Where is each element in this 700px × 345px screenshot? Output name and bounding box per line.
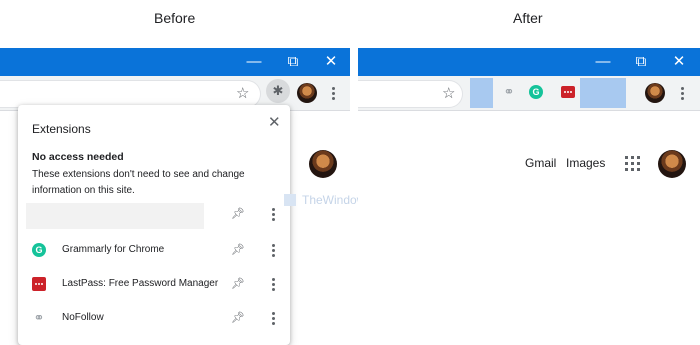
- after-browser-window: — ⧉ ✕ ☆ ⚭ G Gmail Images: [358, 48, 700, 342]
- pin-icon[interactable]: 📌︎: [231, 243, 245, 256]
- page-avatar[interactable]: [658, 150, 686, 178]
- apps-grid-icon[interactable]: [625, 156, 640, 171]
- after-label: After: [513, 10, 543, 26]
- highlight-block: [580, 78, 626, 108]
- popup-title: Extensions: [32, 122, 91, 136]
- profile-avatar[interactable]: [297, 83, 317, 103]
- minimize-button[interactable]: —: [586, 48, 620, 76]
- menu-kebab-icon[interactable]: [331, 87, 335, 100]
- title-bar: — ⧉ ✕: [0, 48, 350, 76]
- before-label: Before: [154, 10, 196, 26]
- close-window-button[interactable]: ✕: [314, 48, 348, 76]
- pin-icon[interactable]: 📌︎: [231, 311, 245, 324]
- close-window-button[interactable]: ✕: [662, 48, 696, 76]
- puzzle-icon[interactable]: ✱: [266, 79, 290, 103]
- grammarly-icon: G: [32, 243, 46, 257]
- watermark-logo: [284, 194, 296, 206]
- extension-row-grammarly[interactable]: G Grammarly for Chrome 📌︎: [18, 236, 290, 264]
- no-access-heading: No access needed: [32, 151, 124, 163]
- address-bar[interactable]: [0, 80, 261, 108]
- extension-name: NoFollow: [62, 312, 104, 323]
- link-icon[interactable]: ⚭: [502, 84, 516, 99]
- restore-button[interactable]: ⧉: [276, 48, 310, 76]
- restore-button[interactable]: ⧉: [624, 48, 658, 76]
- minimize-button[interactable]: —: [237, 48, 271, 76]
- extensions-popup: Extensions ✕ No access needed These exte…: [18, 105, 290, 345]
- images-link[interactable]: Images: [566, 156, 605, 170]
- profile-avatar[interactable]: [645, 83, 665, 103]
- link-icon: ⚭: [33, 310, 45, 325]
- gmail-link[interactable]: Gmail: [525, 156, 556, 170]
- grammarly-icon[interactable]: G: [529, 85, 543, 99]
- title-bar: — ⧉ ✕: [358, 48, 700, 76]
- pin-icon[interactable]: 📌︎: [231, 207, 245, 220]
- extension-name: Grammarly for Chrome: [62, 244, 165, 255]
- browser-toolbar: ☆ ⚭ G: [358, 76, 700, 111]
- extension-menu-kebab-icon[interactable]: [271, 278, 275, 291]
- star-icon[interactable]: ☆: [236, 84, 249, 102]
- pin-icon[interactable]: 📌︎: [231, 277, 245, 290]
- extension-menu-kebab-icon[interactable]: [271, 244, 275, 257]
- extension-row[interactable]: 📌︎: [18, 200, 290, 229]
- extension-row-lastpass[interactable]: LastPass: Free Password Manager 📌︎: [18, 270, 290, 298]
- star-icon[interactable]: ☆: [442, 84, 455, 102]
- no-access-description: These extensions don't need to see and c…: [32, 169, 245, 196]
- lastpass-icon: [32, 277, 46, 291]
- page-avatar[interactable]: [309, 150, 337, 178]
- extension-menu-kebab-icon[interactable]: [271, 312, 275, 325]
- highlight-block: [470, 78, 493, 108]
- lastpass-icon[interactable]: [561, 86, 575, 98]
- extension-menu-kebab-icon[interactable]: [271, 208, 275, 221]
- close-icon[interactable]: ✕: [268, 113, 281, 131]
- extension-name: LastPass: Free Password Manager: [62, 278, 219, 289]
- extension-row-nofollow[interactable]: ⚭ NoFollow 📌︎: [18, 304, 290, 332]
- menu-kebab-icon[interactable]: [680, 87, 684, 100]
- blank-extension-placeholder: [26, 203, 204, 229]
